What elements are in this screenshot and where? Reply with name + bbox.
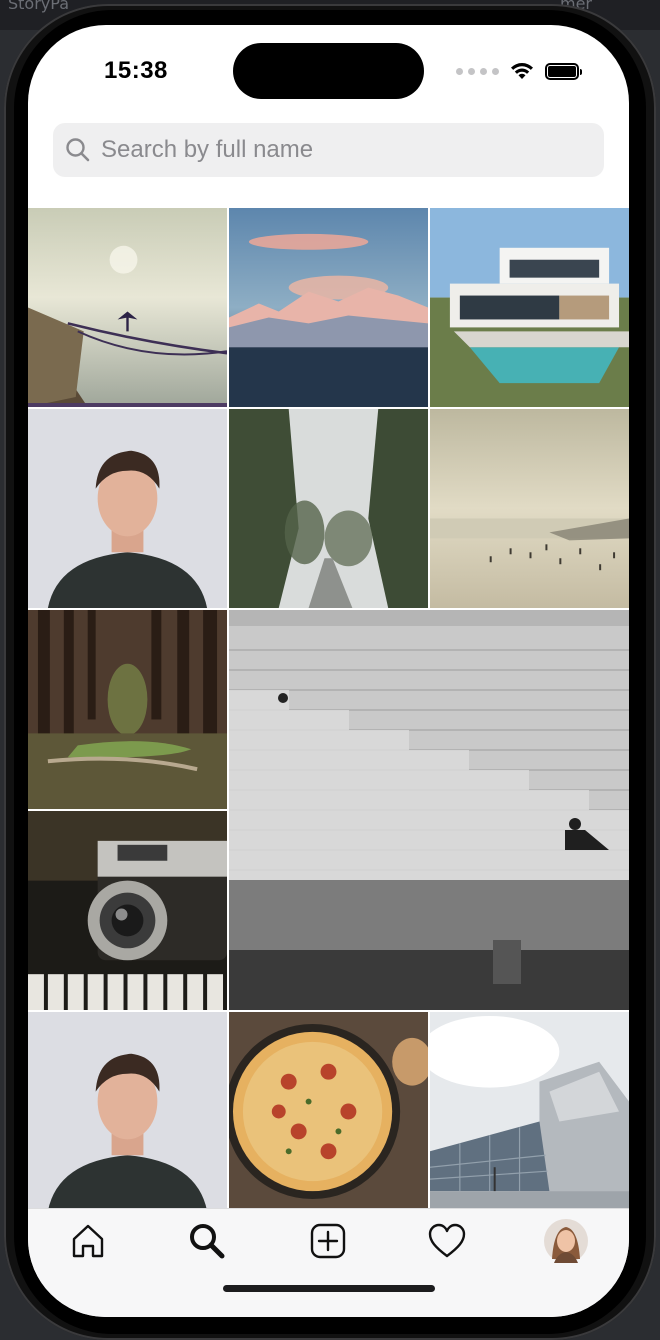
photo-grid: [28, 208, 629, 1211]
photo-stone-wall-stairs[interactable]: [229, 610, 629, 1010]
phone-screen: 15:38: [28, 25, 629, 1317]
photo-forest-path[interactable]: [28, 610, 227, 809]
photo-pizza[interactable]: [229, 1012, 428, 1211]
photo-mountains-sunset[interactable]: [229, 208, 428, 407]
photo-pier-cormorant[interactable]: [28, 208, 227, 407]
avatar: [544, 1219, 588, 1263]
tab-search[interactable]: [185, 1219, 229, 1263]
status-time: 15:38: [104, 57, 168, 84]
dynamic-island: [233, 43, 424, 99]
photo-portrait-man[interactable]: [28, 409, 227, 608]
search-input[interactable]: [99, 135, 583, 165]
tab-create[interactable]: [306, 1219, 350, 1263]
heart-icon: [428, 1223, 466, 1258]
background-text-left: StoryPa: [8, 0, 69, 13]
wifi-icon: [511, 63, 533, 79]
tab-bar: [28, 1208, 629, 1317]
tab-activity[interactable]: [425, 1219, 469, 1263]
home-icon: [72, 1224, 104, 1258]
battery-icon: [545, 62, 582, 80]
tab-home[interactable]: [66, 1219, 110, 1263]
plus-square-icon: [310, 1223, 346, 1259]
tab-profile[interactable]: [544, 1219, 588, 1263]
photo-portrait-man-2[interactable]: [28, 1012, 227, 1211]
search-icon: [190, 1224, 225, 1259]
cellular-signal-icon: [456, 67, 499, 75]
photo-modern-house[interactable]: [430, 208, 629, 407]
status-indicators: [456, 61, 582, 81]
search-bar[interactable]: [53, 123, 604, 177]
photo-vintage-camera[interactable]: [28, 811, 227, 1010]
photo-building[interactable]: [430, 1012, 629, 1211]
photo-foggy-road[interactable]: [229, 409, 428, 608]
photo-beach[interactable]: [430, 409, 629, 608]
search-icon: [66, 138, 90, 162]
home-indicator: [223, 1285, 435, 1292]
